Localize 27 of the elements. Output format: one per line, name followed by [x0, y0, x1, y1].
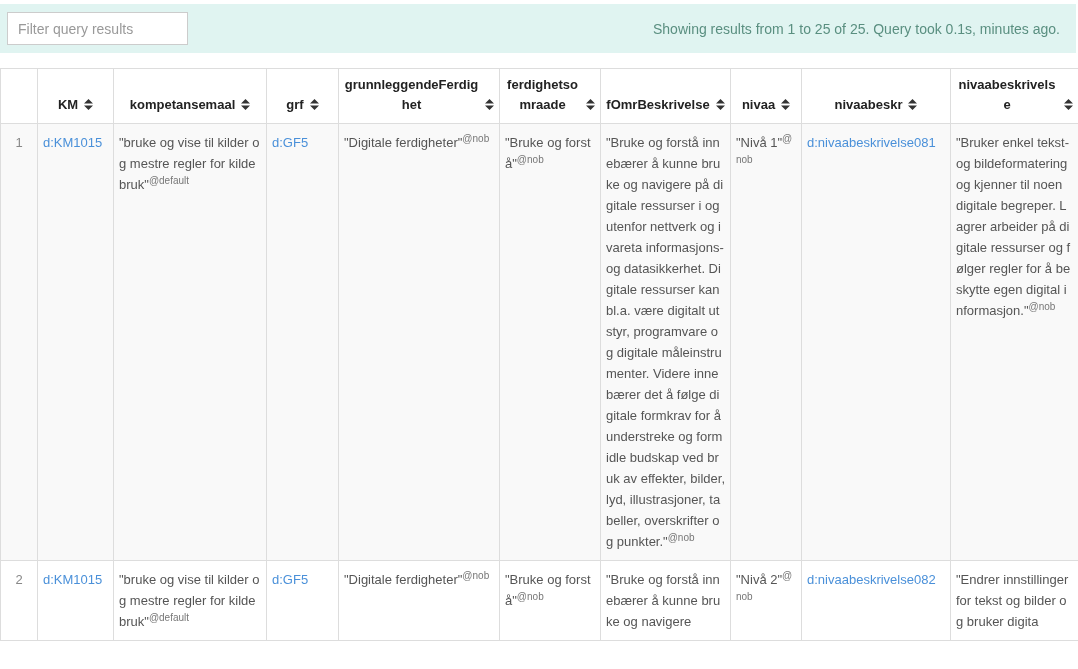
table-cell: "Digitale ferdigheter"$^{@nob}$: [338, 560, 500, 641]
sort-icon[interactable]: [586, 98, 595, 111]
row-number: 2: [0, 560, 38, 641]
sort-icon[interactable]: [715, 98, 725, 111]
sort-icon[interactable]: [1064, 98, 1073, 111]
column-header[interactable]: KM: [57, 95, 79, 115]
sort-icon[interactable]: [84, 98, 94, 111]
table-cell: "bruke og vise til kilder og mestre regler for kildebruk"$^{@default}$: [113, 560, 267, 641]
table-cell: "Bruker enkel tekst- og bildeformatering og kjenner til noen digitale begreper. Lagrer arbeider på digitale ressurser og følger regler for å beskytte egen digital informasjon."$^{@nob}$: [950, 123, 1078, 561]
table-cell: "Bruke og forstå innebærer å kunne bruke og navigere: [600, 560, 731, 641]
table-cell: "Digitale ferdigheter"$^{@nob}$: [338, 123, 500, 561]
sort-icon[interactable]: [309, 98, 319, 111]
column-header[interactable]: nivaa: [741, 95, 776, 115]
column-header[interactable]: nivaabeskr: [834, 95, 903, 115]
row-number: 1: [0, 123, 38, 561]
column-header[interactable]: grf: [286, 95, 304, 115]
sort-icon[interactable]: [485, 98, 494, 111]
table-cell: "Endrer innstillinger for tekst og bilder og bruker digita: [950, 560, 1078, 641]
results-summary: Showing results from 1 to 25 of 25. Query took 0.1s, minutes ago.: [653, 20, 1060, 37]
sort-icon[interactable]: [781, 98, 791, 111]
sort-icon[interactable]: [241, 98, 251, 111]
table-cell: "Bruke og forstå innebærer å kunne bruke og navigere på digitale ressurser i og utenfor nettverk og ivareta informasjons- og datasikkerhet. Digitale ressurser kan bl.a. være digitalt utstyr, programvare og digitale måleinstrumenter. Videre innebærer det å følge digitale formkrav for å understreke og formidle budskap ved bruk av effekter, bilder, lyd, illustrasjoner, tabeller, overskrifter og punkter."$^{@nob}$: [600, 123, 731, 561]
sort-icon[interactable]: [908, 98, 918, 111]
filter-field[interactable]: Filter query results: [7, 12, 188, 45]
table-cell: "bruke og vise til kilder og mestre regler for kildebruk"$^{@default}$: [113, 123, 267, 561]
table-cell: "Bruke og forstå"$^{@nob}$: [499, 560, 601, 641]
table-cell: "Bruke og forstå"$^{@nob}$: [499, 123, 601, 561]
